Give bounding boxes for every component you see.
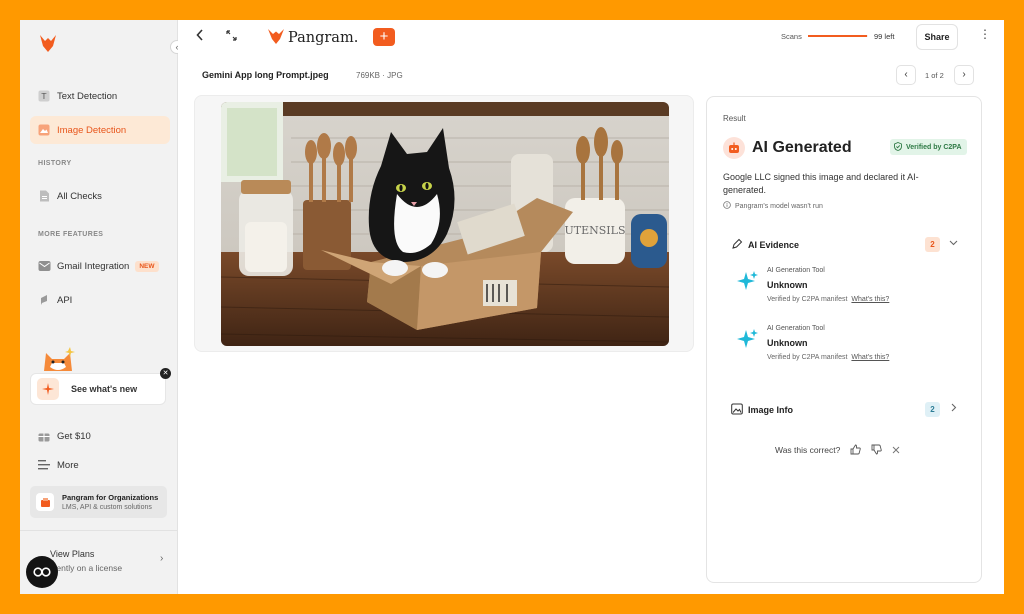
result-title: AI Generated [752, 139, 852, 156]
thumbs-down-icon[interactable] [871, 444, 883, 455]
share-button[interactable]: Share [916, 24, 958, 50]
new-badge: NEW [135, 260, 159, 272]
sparkle-icon [737, 271, 759, 298]
sidebar-item-all-checks[interactable]: All Checks [30, 182, 170, 210]
whats-new-label: See what's new [71, 384, 138, 394]
scans-label: Scans [781, 32, 802, 41]
shield-check-icon [894, 141, 902, 153]
model-note-text: Pangram's model wasn't run [735, 202, 823, 210]
sparkle-icon [737, 329, 759, 356]
dismiss-icon[interactable] [892, 446, 900, 454]
evidence-meta-text: Verified by C2PA manifest [767, 354, 848, 361]
sidebar-item-label: Get $10 [57, 430, 91, 442]
result-description: Google LLC signed this image and declare… [723, 172, 919, 195]
next-page-button[interactable]: › [954, 65, 974, 85]
chevron-down-icon[interactable] [949, 238, 958, 249]
result-panel: Result AI Generated Verified by C2PA Goo… [706, 96, 982, 583]
more-features-section-label: MORE FEATURES [38, 231, 104, 238]
sidebar-item-gmail-integration[interactable]: Gmail Integration NEW [30, 252, 170, 280]
brand-logo[interactable]: Pangram. [268, 28, 358, 48]
evidence-meta: Verified by C2PA manifest What's this? [767, 296, 889, 303]
whats-this-link[interactable]: What's this? [851, 354, 889, 361]
info-icon [723, 201, 731, 211]
document-icon [37, 189, 51, 203]
result-label: Result [723, 114, 746, 123]
c2pa-badge-label: Verified by C2PA [906, 143, 962, 151]
sidebar-item-image-detection[interactable]: Image Detection [30, 116, 170, 144]
ai-evidence-header[interactable]: AI Evidence [731, 238, 799, 252]
menu-lines-icon [37, 458, 51, 472]
whats-new-card[interactable]: See what's new [30, 373, 166, 405]
api-icon [37, 293, 51, 307]
sidebar-item-text-detection[interactable]: T Text Detection [30, 82, 170, 110]
view-plans-label: View Plans [50, 549, 95, 559]
file-name: Gemini App long Prompt.jpeg [202, 70, 329, 80]
evidence-meta: Verified by C2PA manifest What's this? [767, 354, 889, 361]
pangram-v-icon [268, 28, 284, 48]
sidebar-item-label: More [57, 459, 79, 471]
evidence-meta-text: Verified by C2PA manifest [767, 296, 848, 303]
file-meta: 769KB · JPG [356, 71, 403, 80]
expand-icon[interactable] [226, 30, 237, 44]
feedback-question: Was this correct? [775, 444, 841, 455]
sidebar-item-label: All Checks [57, 190, 102, 202]
brand-name: Pangram. [288, 30, 359, 46]
evidence-value: Unknown [767, 338, 808, 348]
image-info-title: Image Info [748, 405, 794, 415]
image-info-header[interactable]: Image Info [731, 403, 793, 417]
assistant-logo-icon[interactable] [26, 556, 58, 588]
thumbs-up-icon[interactable] [850, 444, 862, 455]
sidebar: ‹ T Text Detection Image Detection HISTO… [20, 20, 184, 594]
scans-progress-bar [808, 35, 868, 37]
organizations-card[interactable]: Pangram for Organizations LMS, API & cus… [30, 486, 167, 518]
image-icon [37, 123, 51, 137]
svg-text:T: T [41, 92, 47, 101]
evidence-label: AI Generation Tool [767, 267, 825, 274]
text-icon: T [37, 89, 51, 103]
feedback-row: Was this correct? [775, 444, 900, 455]
pangram-logo-icon[interactable] [40, 34, 56, 57]
gift-icon [37, 429, 51, 443]
sidebar-item-get-10[interactable]: Get $10 [30, 422, 170, 450]
c2pa-verified-badge: Verified by C2PA [890, 139, 967, 155]
sidebar-item-more[interactable]: More [30, 451, 170, 479]
main-content: Pangram. + Scans 99 left Share ⋮ Gemini … [178, 20, 1004, 594]
organizations-title: Pangram for Organizations [62, 493, 159, 502]
sidebar-item-label: Gmail Integration [57, 260, 130, 272]
image-info-count-badge: 2 [925, 402, 940, 417]
sidebar-item-api[interactable]: API [30, 286, 170, 314]
close-icon[interactable]: ✕ [160, 368, 171, 379]
organizations-subtitle: LMS, API & custom solutions [62, 504, 152, 511]
evidence-label: AI Generation Tool [767, 325, 825, 332]
image-icon [731, 403, 743, 417]
sparkle-icon [37, 378, 59, 400]
sidebar-item-label: Image Detection [57, 124, 127, 136]
more-options-icon[interactable]: ⋮ [979, 27, 991, 41]
history-section-label: HISTORY [38, 160, 72, 167]
scans-left: 99 left [874, 32, 895, 41]
chevron-right-icon[interactable] [949, 403, 958, 414]
uploaded-image: UTENSILS [221, 102, 669, 346]
previous-page-button[interactable]: ‹ [896, 65, 916, 85]
image-preview-area: UTENSILS [194, 95, 694, 352]
evidence-count-badge: 2 [925, 237, 940, 252]
evidence-value: Unknown [767, 280, 808, 290]
ai-evidence-title: AI Evidence [748, 240, 800, 250]
pen-icon [731, 238, 743, 252]
sidebar-item-label: API [57, 294, 73, 306]
app-window: ‹ T Text Detection Image Detection HISTO… [20, 20, 1004, 594]
back-icon[interactable] [196, 29, 204, 44]
svg-text:UTENSILS: UTENSILS [565, 224, 626, 237]
new-scan-button[interactable]: + [373, 28, 395, 46]
mail-icon [37, 259, 51, 273]
scans-progress-fill [808, 35, 868, 37]
whats-this-link[interactable]: What's this? [851, 296, 889, 303]
model-note: Pangram's model wasn't run [723, 201, 823, 211]
page-indicator: 1 of 2 [925, 71, 944, 80]
building-icon [36, 493, 54, 511]
chevron-right-icon: › [160, 553, 164, 564]
robot-icon [723, 137, 745, 159]
sidebar-item-label: Text Detection [57, 90, 118, 102]
